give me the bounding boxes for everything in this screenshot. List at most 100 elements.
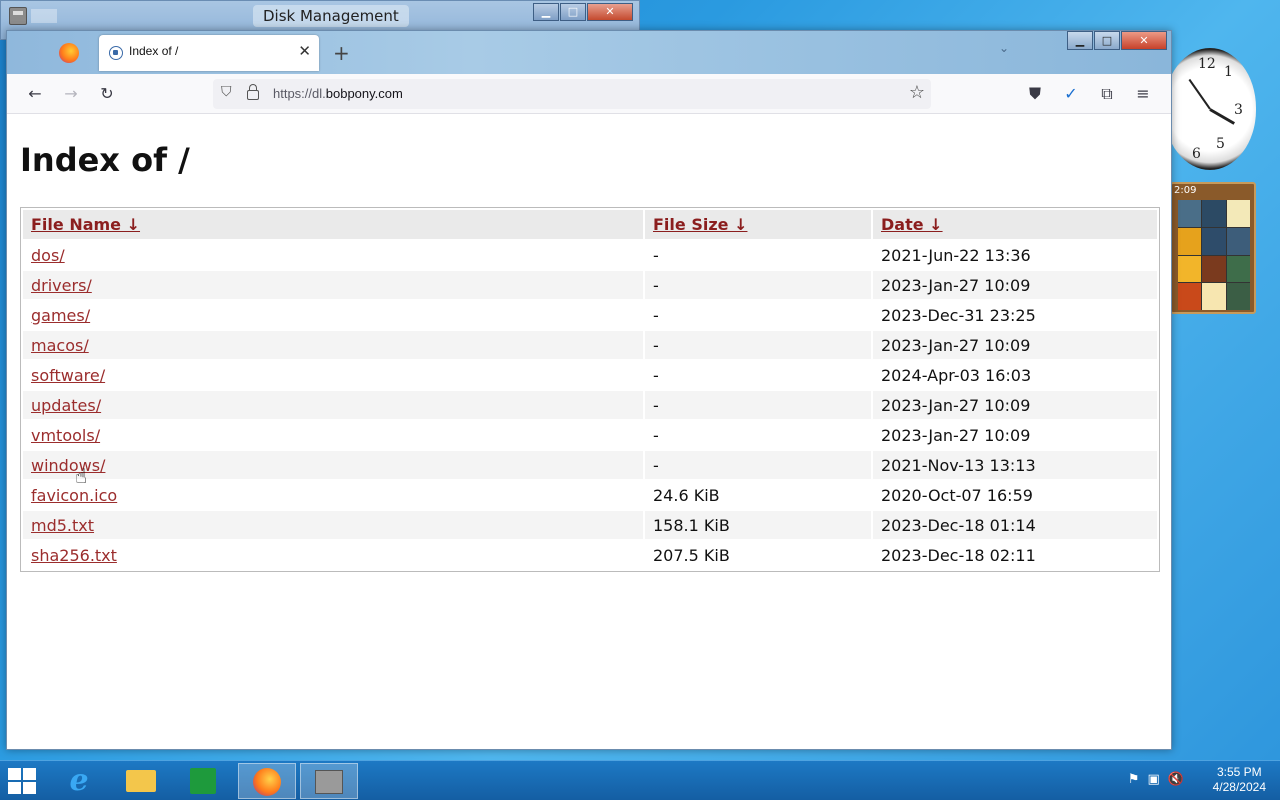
file-size: 207.5 KiB [653,545,730,565]
minimize-button[interactable]: ▁ [533,3,559,21]
column-header-date[interactable]: Date ↓ [873,210,1157,239]
tab-index[interactable]: Index of / ✕ [99,35,319,71]
file-size: - [653,305,659,325]
account-check-icon[interactable]: ✓ [1059,82,1083,106]
clock-time: 3:55 PM [1216,765,1262,779]
file-link[interactable]: md5.txt [31,516,94,535]
page-content: Index of / File Name ↓ File Size ↓ Date … [11,115,1167,745]
table-row: md5.txt 158.1 KiB 2023-Dec-18 01:14 [23,511,1157,539]
close-tab-icon[interactable]: ✕ [298,42,311,60]
table-row: macos/ -2023-Jan-27 10:09 [23,331,1157,359]
maximize-button[interactable]: □ [560,3,586,21]
file-date: 2020-Oct-07 16:59 [881,485,1033,505]
taskbar-clock[interactable]: 3:55 PM 4/28/2024 [1213,765,1266,795]
file-link[interactable]: drivers/ [31,276,92,295]
file-date: 2023-Dec-18 01:14 [873,511,1157,539]
picture-puzzle-gadget[interactable]: 2:09 [1170,182,1256,314]
disk-management-taskbar-button[interactable] [300,763,358,799]
file-size: - [653,245,659,265]
tracking-protection-shield-icon[interactable]: ⛉ [221,84,232,100]
file-date: 2024-Apr-03 16:03 [881,365,1032,385]
file-size: - [645,451,871,479]
file-link[interactable]: software/ [31,366,105,385]
sort-by-name-link[interactable]: File Name ↓ [31,215,140,234]
folder-icon [126,770,156,792]
tab-title: Index of / [129,44,179,58]
sort-by-date-link[interactable]: Date ↓ [881,215,943,234]
extensions-icon[interactable]: ⧉ [1095,82,1119,106]
start-button[interactable] [8,768,38,794]
file-size: - [645,391,871,419]
file-link[interactable]: vmtools/ [31,426,100,445]
taskbar: e ⚑ ▣ 🔇 3:55 PM 4/28/2024 [0,760,1280,800]
close-button[interactable]: ✕ [587,3,633,21]
puzzle-timer: 2:09 [1174,185,1197,196]
column-header-size[interactable]: File Size ↓ [645,210,871,239]
minimize-button[interactable]: ▁ [1067,31,1093,50]
pocket-icon[interactable]: ⛊ [1023,82,1047,106]
disk-management-icon [315,770,343,794]
tab-list-icon[interactable]: ⌄ [999,41,1009,55]
puzzle-grid[interactable] [1178,200,1250,310]
file-size: 24.6 KiB [653,485,720,505]
table-row: software/ - 2024-Apr-03 16:03 [23,361,1157,389]
firefox-view-icon[interactable] [59,43,79,63]
bookmark-star-icon[interactable]: ☆ [909,82,925,103]
table-row: drivers/ -2023-Jan-27 10:09 [23,271,1157,299]
file-date: 2023-Dec-18 02:11 [881,545,1036,565]
network-icon[interactable]: ▣ [1148,772,1160,787]
menu-icon[interactable]: ≡ [1131,82,1155,106]
table-row: updates/ -2023-Jan-27 10:09 [23,391,1157,419]
blurred-menu [31,9,57,23]
file-date: 2023-Jan-27 10:09 [873,391,1157,419]
maximize-button[interactable]: □ [1094,31,1120,50]
new-tab-icon[interactable]: + [333,41,350,65]
sort-by-size-link[interactable]: File Size ↓ [653,215,747,234]
store-icon [190,768,216,794]
disk-management-icon [9,7,27,25]
file-link[interactable]: games/ [31,306,90,325]
table-row: sha256.txt 207.5 KiB 2023-Dec-18 02:11 [23,541,1157,569]
clock-number: 12 [1198,56,1216,72]
table-row: games/ - 2023-Dec-31 23:25 [23,301,1157,329]
clock-number: 6 [1192,146,1201,162]
forward-icon[interactable]: → [59,82,83,106]
file-link[interactable]: macos/ [31,336,89,355]
clock-number: 1 [1224,64,1233,80]
url-bar[interactable]: ⛉ https://dl.bobpony.com ☆ [213,79,931,109]
file-explorer-button[interactable] [112,763,170,799]
internet-explorer-button[interactable]: e [50,763,108,799]
column-header-name[interactable]: File Name ↓ [23,210,643,239]
file-link[interactable]: dos/ [31,246,65,265]
firefox-icon [253,768,281,796]
firefox-taskbar-button[interactable] [238,763,296,799]
table-row: windows/ -2021-Nov-13 13:13 [23,451,1157,479]
close-button[interactable]: ✕ [1121,31,1167,50]
directory-listing: File Name ↓ File Size ↓ Date ↓ dos/-2021… [20,207,1160,572]
url-text[interactable]: https://dl.bobpony.com [273,86,403,101]
back-icon[interactable]: ← [23,82,47,106]
clock-number: 5 [1216,136,1225,152]
file-link[interactable]: windows/ [31,456,105,475]
file-link[interactable]: favicon.ico [31,486,117,505]
lock-icon[interactable] [247,84,259,100]
file-link[interactable]: updates/ [31,396,101,415]
hand-cursor-icon: ☝ [75,464,88,488]
clock-gadget[interactable]: 12 1 3 5 6 [1160,48,1256,172]
internet-explorer-icon: e [69,763,89,798]
store-button[interactable] [174,763,232,799]
page-favicon-icon [109,46,123,60]
reload-icon[interactable]: ↻ [95,82,119,106]
page-title: Index of / [20,141,190,179]
action-center-flag-icon[interactable]: ⚑ [1128,772,1140,787]
file-date: 2023-Jan-27 10:09 [873,331,1157,359]
tab-strip: Index of / ✕ + ⌄ ▁ □ ✕ [7,31,1171,74]
file-date: 2021-Jun-22 13:36 [881,245,1031,265]
file-date: 2023-Jan-27 10:09 [881,425,1031,445]
file-size: - [645,331,871,359]
file-link[interactable]: sha256.txt [31,546,117,565]
volume-muted-icon[interactable]: 🔇 [1168,772,1184,787]
file-size: 158.1 KiB [645,511,871,539]
firefox-window[interactable]: Index of / ✕ + ⌄ ▁ □ ✕ ← → ↻ ⛉ https://d… [6,30,1172,750]
file-date: 2021-Nov-13 13:13 [873,451,1157,479]
